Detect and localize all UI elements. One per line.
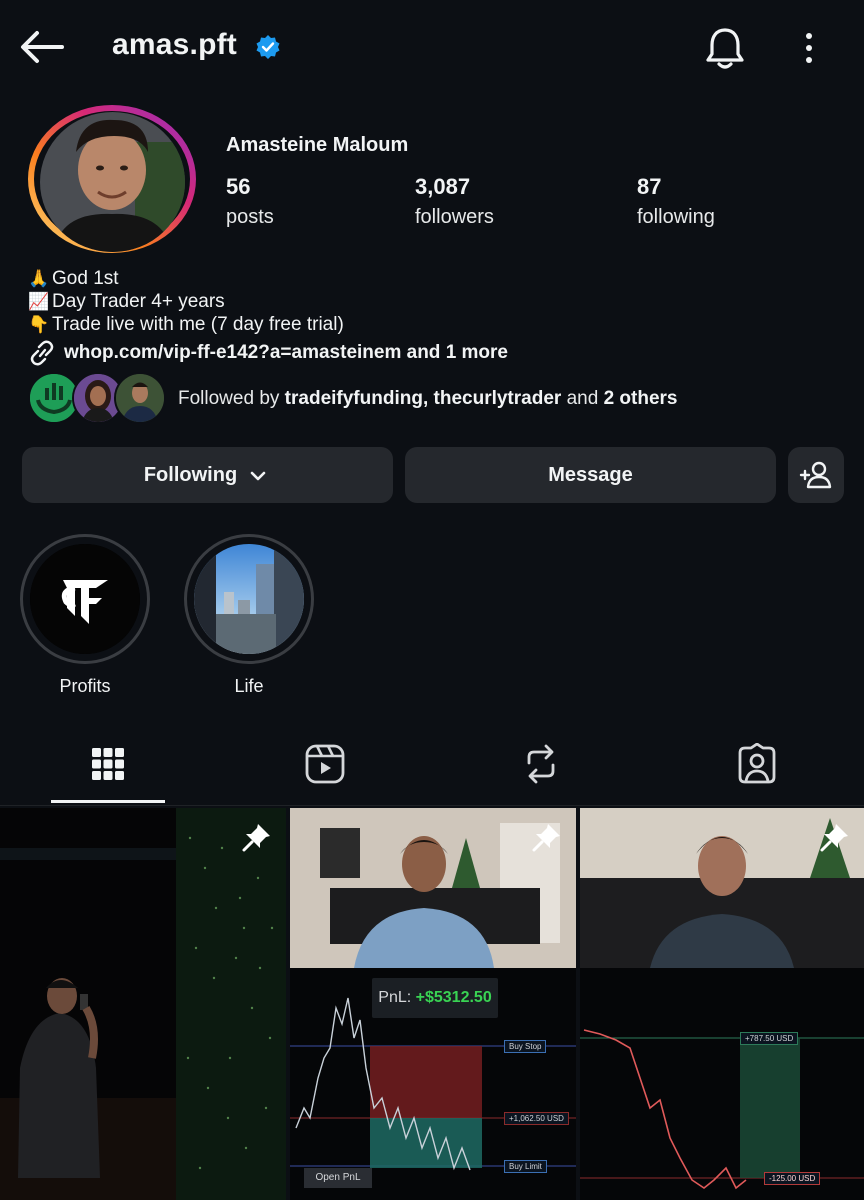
add-user-icon [799,461,832,489]
bio-text: Trade live with me (7 day free trial) [52,314,344,335]
suggested-accounts-button[interactable] [788,447,844,503]
pnl-overlay: PnL: +$5312.50 [372,978,498,1018]
post-tile[interactable]: PnL: +$5312.50 Buy Stop +1,062.50 USD Bu… [290,808,576,1200]
avatar [114,372,166,424]
highlight-label: Profits [59,676,111,696]
followers-count[interactable]: 3,087 followers [415,174,494,229]
posts-count[interactable]: 56 posts [226,174,274,229]
mutual-followers-avatars[interactable] [28,372,168,426]
grid-icon [92,748,124,780]
verified-badge-icon [256,35,280,59]
chart-order-tag: -125.00 USD [764,1172,821,1185]
link-icon [30,340,54,366]
reels-icon [305,744,345,784]
followers-count-label: followers [415,206,494,228]
following-count-value: 87 [637,174,662,199]
followed-by-text[interactable]: Followed by tradeifyfunding, thecurlytra… [178,388,677,410]
open-pnl-label: Open PnL [304,1168,372,1188]
more-vertical-icon [806,33,812,63]
mutual-user-link[interactable]: thecurlytrader [434,388,562,409]
chart-order-tag: +787.50 USD [740,1032,799,1045]
pnl-value: +$5312.50 [415,989,492,1006]
chart-order-tag: +1,062.50 USD [504,1112,569,1125]
tagged-person-icon [738,743,776,784]
chart-order-tag: Buy Stop [504,1040,547,1053]
tab-tagged[interactable] [727,740,787,788]
highlight-cover [184,534,314,664]
bio-link[interactable]: whop.com/vip-ff-e142?a=amasteinem and 1 … [28,340,508,366]
pointing-down-emoji: 👇 [28,315,50,334]
followers-count-value: 3,087 [415,174,471,199]
city-skyline-image [194,544,304,654]
following-count-label: following [637,206,715,228]
pinned-post-icon [820,824,848,852]
profile-username: amas.pft [112,28,237,61]
active-tab-indicator [51,800,165,803]
post-tile[interactable]: +787.50 USD -125.00 USD [580,808,864,1200]
message-button[interactable]: Message [405,447,776,503]
post-tile[interactable] [0,808,286,1200]
following-button[interactable]: Following [22,447,393,503]
tab-reposts[interactable] [511,740,571,788]
bio-text: God 1st [52,268,119,289]
back-arrow-icon [21,31,64,63]
pinned-post-icon [242,824,270,852]
notifications-bell-button[interactable] [700,24,750,72]
posts-count-label: posts [226,206,274,228]
following-button-label: Following [143,463,238,486]
pinned-post-icon [532,824,560,852]
highlight-cover [20,534,150,664]
chart-increasing-emoji: 📈 [28,292,50,311]
praying-hands-emoji: 🙏 [28,269,50,288]
highlight-label: Life [234,676,264,696]
bio-line: 🙏 God 1st [28,267,119,290]
repost-icon [527,744,555,784]
mutual-others-link[interactable]: 2 others [604,388,678,409]
highlight-profits[interactable]: Profits [19,534,151,697]
more-options-button[interactable] [790,24,830,72]
message-button-label: Message [548,463,633,486]
post-thumbnail [0,808,286,1200]
avatar-photo [40,112,185,252]
highlight-life[interactable]: Life [183,534,315,697]
mutual-user-link[interactable]: tradeifyfunding [285,388,423,409]
back-button[interactable] [18,26,66,68]
bell-icon [706,28,744,69]
profile-header: amas.pft [0,0,864,96]
bio-link-text: whop.com/vip-ff-e142?a=amasteinem and 1 … [64,342,508,363]
bio-line: 📈 Day Trader 4+ years [28,290,225,313]
tab-reels[interactable] [295,740,355,788]
profile-full-name: Amasteine Maloum [226,134,409,156]
profile-tabs [0,722,864,806]
pf-logo-icon [30,544,140,654]
chevron-down-icon [250,471,266,481]
bio-line: 👇 Trade live with me (7 day free trial) [28,313,344,336]
following-count[interactable]: 87 following [637,174,715,229]
posts-count-value: 56 [226,174,251,199]
bio-text: Day Trader 4+ years [52,291,225,312]
post-thumbnail [580,808,864,1200]
tab-posts-grid[interactable] [78,740,138,788]
chart-order-tag: Buy Limit [504,1160,547,1173]
